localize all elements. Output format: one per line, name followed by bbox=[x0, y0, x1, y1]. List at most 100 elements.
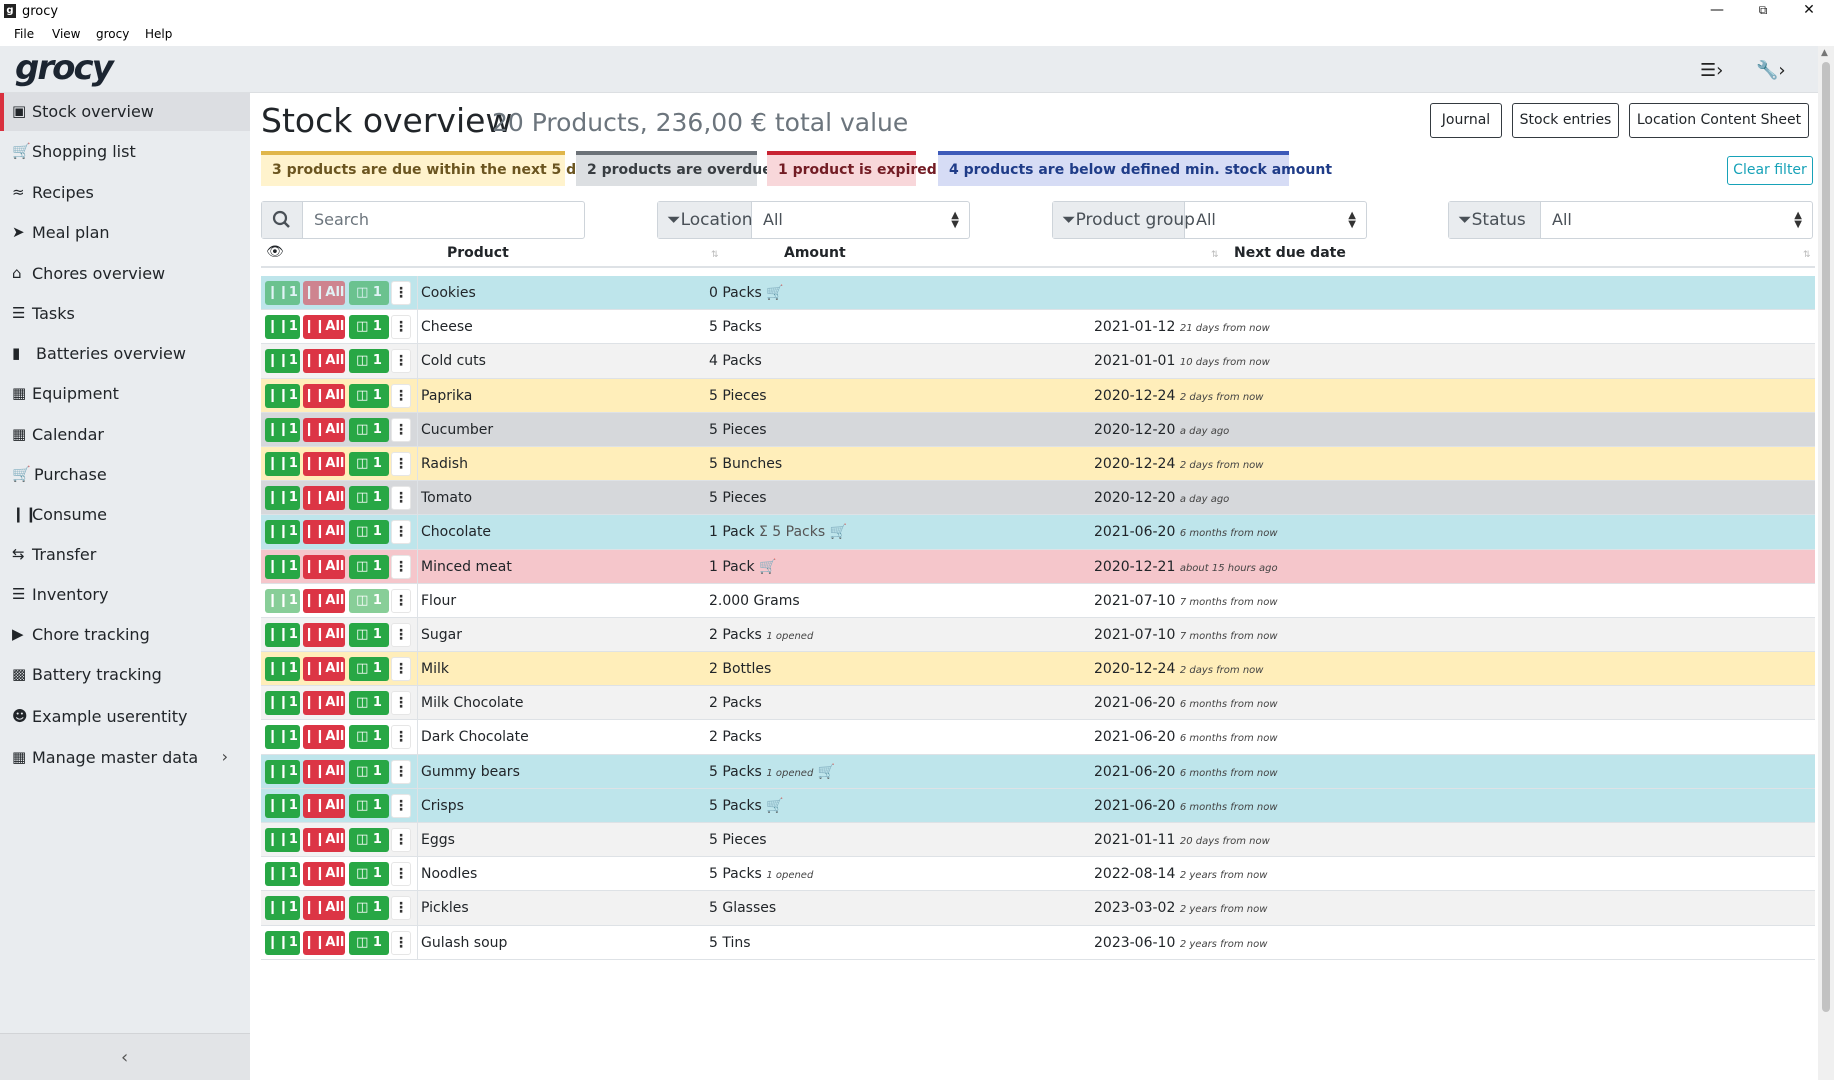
search-input[interactable]: Search bbox=[314, 202, 369, 238]
open-one-button[interactable]: ◫ 1 bbox=[349, 862, 389, 887]
sidebar-item-consume[interactable]: ❙❙ Consume bbox=[0, 496, 250, 534]
sidebar-item-batteries-overview[interactable]: ▮ Batteries overview bbox=[0, 335, 250, 373]
consume-all-button[interactable]: ❙❙All bbox=[303, 451, 345, 476]
sidebar-item-transfer[interactable]: ⇆ Transfer bbox=[0, 536, 250, 574]
consume-one-button[interactable]: ❙❙1 bbox=[265, 896, 300, 921]
consume-one-button[interactable]: ❙❙1 bbox=[265, 486, 300, 511]
product-name[interactable]: Eggs bbox=[421, 832, 455, 848]
location-filter[interactable]: ⏷Location All ▲ ▼ bbox=[657, 201, 970, 239]
more-actions-icon[interactable]: ⋮ bbox=[391, 828, 411, 852]
product-group-filter[interactable]: ⏷Product group All ▲ ▼ bbox=[1052, 201, 1367, 239]
column-header-product[interactable]: Product bbox=[447, 245, 509, 261]
consume-all-button[interactable]: ❙❙All bbox=[303, 828, 345, 852]
menu-help[interactable]: Help bbox=[145, 27, 172, 41]
product-name[interactable]: Flour bbox=[421, 593, 456, 609]
settings-sliders-icon[interactable]: ☰› bbox=[1700, 60, 1723, 81]
eye-icon[interactable]: 👁 bbox=[266, 244, 284, 260]
menu-file[interactable]: File bbox=[14, 27, 34, 41]
open-one-button[interactable]: ◫ 1 bbox=[349, 930, 389, 955]
consume-one-button[interactable]: ❙❙1 bbox=[265, 520, 300, 545]
open-one-button[interactable]: ◫ 1 bbox=[349, 622, 389, 647]
location-filter-value[interactable]: All bbox=[763, 202, 783, 238]
more-actions-icon[interactable]: ⋮ bbox=[391, 315, 411, 340]
open-one-button[interactable]: ◫ 1 bbox=[349, 588, 389, 613]
consume-all-button[interactable]: ❙❙All bbox=[303, 725, 345, 750]
more-actions-icon[interactable]: ⋮ bbox=[391, 451, 411, 476]
consume-one-button[interactable]: ❙❙1 bbox=[265, 281, 300, 305]
sidebar-item-tasks[interactable]: ☰ Tasks bbox=[0, 295, 250, 333]
shopping-cart-icon[interactable]: 🛒 bbox=[759, 559, 776, 575]
sidebar-item-battery-tracking[interactable]: ▩ Battery tracking bbox=[0, 656, 250, 694]
consume-all-button[interactable]: ❙❙All bbox=[303, 554, 345, 579]
overdue-badge[interactable]: 2 products are overdue bbox=[576, 151, 772, 186]
more-actions-icon[interactable]: ⋮ bbox=[391, 281, 411, 305]
shopping-cart-icon[interactable]: 🛒 bbox=[766, 798, 783, 814]
more-actions-icon[interactable]: ⋮ bbox=[391, 725, 411, 750]
sidebar-item-purchase[interactable]: 🛒 Purchase bbox=[0, 456, 250, 494]
consume-one-button[interactable]: ❙❙1 bbox=[265, 383, 300, 408]
product-name[interactable]: Cheese bbox=[421, 319, 473, 335]
consume-all-button[interactable]: ❙❙All bbox=[303, 691, 345, 716]
consume-one-button[interactable]: ❙❙1 bbox=[265, 759, 300, 784]
sidebar-item-meal-plan[interactable]: ➤ Meal plan bbox=[0, 214, 250, 252]
open-one-button[interactable]: ◫ 1 bbox=[349, 281, 389, 305]
consume-all-button[interactable]: ❙❙All bbox=[303, 417, 345, 442]
sidebar-collapse-toggle[interactable]: ‹ bbox=[0, 1033, 250, 1080]
product-name[interactable]: Minced meat bbox=[421, 559, 512, 575]
sidebar-item-recipes[interactable]: ≈ Recipes bbox=[0, 174, 250, 212]
more-actions-icon[interactable]: ⋮ bbox=[391, 896, 411, 921]
consume-one-button[interactable]: ❙❙1 bbox=[265, 451, 300, 476]
more-actions-icon[interactable]: ⋮ bbox=[391, 520, 411, 545]
vertical-scrollbar[interactable]: ▲ bbox=[1818, 46, 1834, 1080]
sidebar-item-calendar[interactable]: ▦ Calendar bbox=[0, 416, 250, 454]
open-one-button[interactable]: ◫ 1 bbox=[349, 793, 389, 818]
sidebar-item-inventory[interactable]: ☰ Inventory bbox=[0, 576, 250, 614]
open-one-button[interactable]: ◫ 1 bbox=[349, 315, 389, 340]
column-header-next-due-date[interactable]: Next due date bbox=[1234, 245, 1346, 261]
consume-all-button[interactable]: ❙❙All bbox=[303, 862, 345, 887]
open-one-button[interactable]: ◫ 1 bbox=[349, 451, 389, 476]
grocy-logo[interactable]: grocy bbox=[15, 48, 114, 88]
product-name[interactable]: Paprika bbox=[421, 388, 472, 404]
more-actions-icon[interactable]: ⋮ bbox=[391, 554, 411, 579]
product-name[interactable]: Cookies bbox=[421, 285, 476, 301]
consume-one-button[interactable]: ❙❙1 bbox=[265, 622, 300, 647]
open-one-button[interactable]: ◫ 1 bbox=[349, 383, 389, 408]
sort-icon[interactable]: ⇅ bbox=[1803, 250, 1811, 260]
consume-all-button[interactable]: ❙❙All bbox=[303, 657, 345, 682]
shopping-cart-icon[interactable]: 🛒 bbox=[766, 285, 783, 301]
due-soon-badge[interactable]: 3 products are due within the next 5 day… bbox=[261, 151, 603, 186]
expired-badge[interactable]: 1 product is expired bbox=[767, 151, 937, 186]
open-one-button[interactable]: ◫ 1 bbox=[349, 759, 389, 784]
open-one-button[interactable]: ◫ 1 bbox=[349, 520, 389, 545]
product-name[interactable]: Pickles bbox=[421, 900, 469, 916]
sidebar-item-chore-tracking[interactable]: ▶ Chore tracking bbox=[0, 616, 250, 654]
menu-view[interactable]: View bbox=[52, 27, 80, 41]
consume-all-button[interactable]: ❙❙All bbox=[303, 622, 345, 647]
product-name[interactable]: Sugar bbox=[421, 627, 462, 643]
product-name[interactable]: Dark Chocolate bbox=[421, 729, 529, 745]
open-one-button[interactable]: ◫ 1 bbox=[349, 725, 389, 750]
sort-icon[interactable]: ⇅ bbox=[1211, 250, 1219, 260]
product-name[interactable]: Tomato bbox=[421, 490, 472, 506]
more-actions-icon[interactable]: ⋮ bbox=[391, 691, 411, 716]
product-name[interactable]: Gummy bears bbox=[421, 764, 520, 780]
more-actions-icon[interactable]: ⋮ bbox=[391, 930, 411, 955]
more-actions-icon[interactable]: ⋮ bbox=[391, 862, 411, 887]
consume-all-button[interactable]: ❙❙All bbox=[303, 896, 345, 921]
product-name[interactable]: Gulash soup bbox=[421, 935, 507, 951]
sidebar-item-example-userentity[interactable]: ☻ Example userentity bbox=[0, 698, 250, 736]
more-actions-icon[interactable]: ⋮ bbox=[391, 417, 411, 442]
stock-entries-button[interactable]: Stock entries bbox=[1512, 103, 1619, 138]
consume-all-button[interactable]: ❙❙All bbox=[303, 588, 345, 613]
product-name[interactable]: Cucumber bbox=[421, 422, 493, 438]
sidebar-item-shopping-list[interactable]: 🛒 Shopping list bbox=[0, 133, 250, 171]
consume-one-button[interactable]: ❙❙1 bbox=[265, 691, 300, 716]
sidebar-item-chores-overview[interactable]: ⌂ Chores overview bbox=[0, 255, 250, 293]
sidebar-item-stock-overview[interactable]: ▣ Stock overview bbox=[0, 93, 250, 131]
location-content-sheet-button[interactable]: Location Content Sheet bbox=[1629, 103, 1809, 138]
journal-button[interactable]: Journal bbox=[1430, 103, 1502, 138]
open-one-button[interactable]: ◫ 1 bbox=[349, 657, 389, 682]
consume-all-button[interactable]: ❙❙All bbox=[303, 349, 345, 374]
open-one-button[interactable]: ◫ 1 bbox=[349, 486, 389, 511]
